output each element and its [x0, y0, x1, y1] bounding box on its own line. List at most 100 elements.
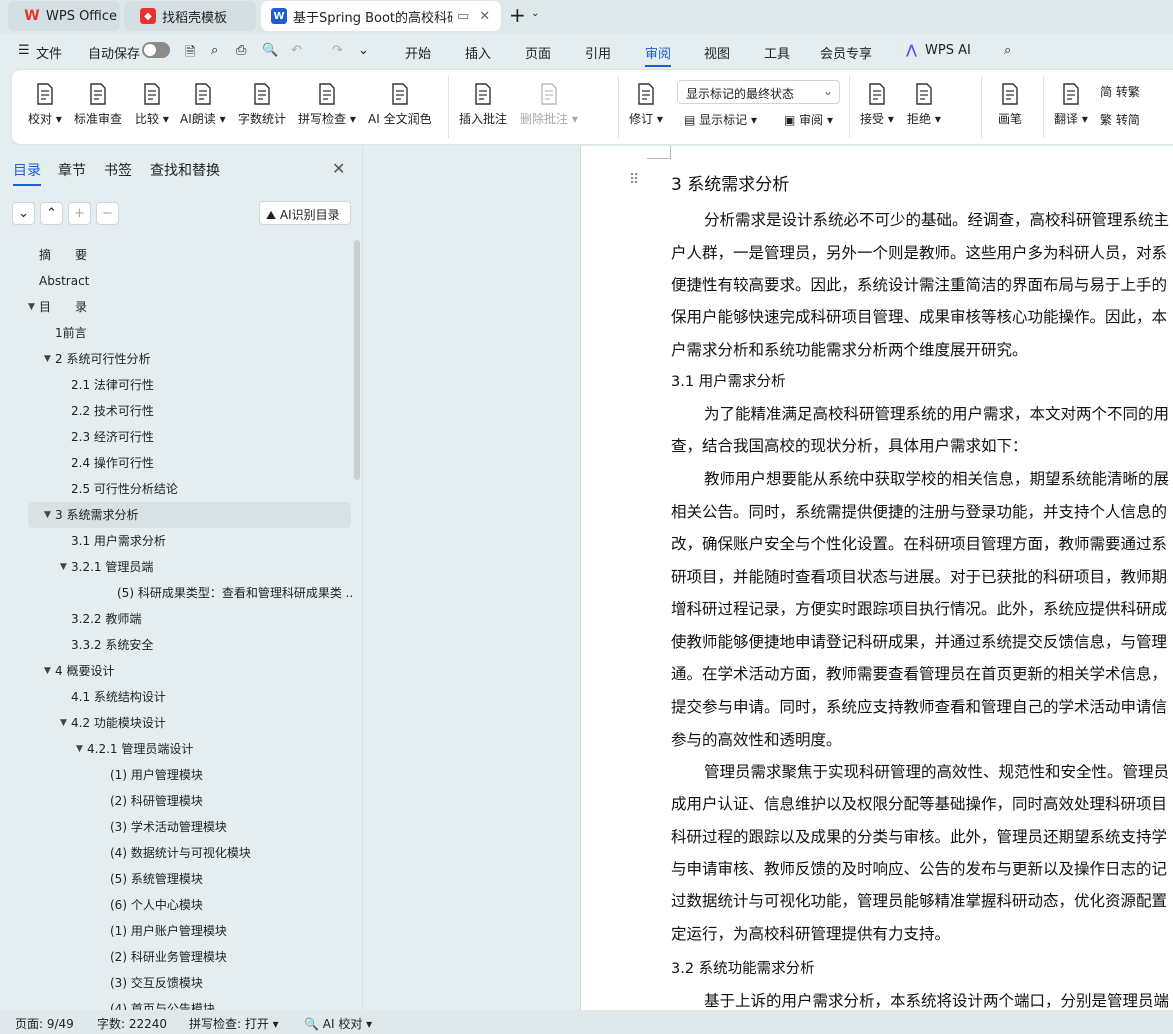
toc-item[interactable]: ▼ 3.2.1 管理员端: [0, 554, 352, 580]
scrollbar[interactable]: [354, 240, 360, 480]
redo-icon[interactable]: ↷: [332, 43, 343, 58]
wps-ai-button[interactable]: WPS AI: [925, 43, 971, 58]
caret-down-icon[interactable]: ▼: [28, 294, 35, 320]
toc-item[interactable]: 2.2 技术可行性: [0, 398, 352, 424]
tab-home[interactable]: 开始: [405, 43, 431, 62]
toc-item[interactable]: ▼ 4.2 功能模块设计: [0, 710, 352, 736]
print-preview-icon[interactable]: 🔍: [262, 43, 278, 58]
tab-references[interactable]: 引用: [585, 43, 611, 62]
toc-item[interactable]: (5) 系统管理模块: [0, 866, 352, 892]
tab-toc[interactable]: 目录: [13, 160, 41, 186]
tab-bookmarks[interactable]: 书签: [104, 160, 132, 180]
word-count[interactable]: 字数: 22240: [97, 1015, 167, 1032]
toc-item[interactable]: 2.1 法律可行性: [0, 372, 352, 398]
remove-heading-button[interactable]: −: [96, 202, 119, 225]
toc-item[interactable]: ▼ 2 系统可行性分析: [0, 346, 352, 372]
collapse-up-button[interactable]: ⌃: [40, 202, 63, 225]
save-icon[interactable]: 🗎: [185, 43, 195, 65]
toc-item[interactable]: (5) 科研成果类型：查看和管理科研成果类 ...: [0, 580, 352, 606]
new-tab-icon[interactable]: +: [509, 3, 526, 27]
tab-review[interactable]: 审阅: [645, 43, 672, 67]
expand-down-button[interactable]: ⌄: [12, 202, 35, 225]
to-traditional-button[interactable]: 简 转繁: [1100, 83, 1140, 100]
tab-wps-office[interactable]: W WPS Office: [8, 1, 120, 31]
drag-handle-icon[interactable]: ⠿: [629, 172, 639, 188]
review-pane-button[interactable]: ▣ 审阅 ▾: [784, 111, 833, 128]
standard-review-button[interactable]: 标准审查: [74, 82, 122, 127]
toc-item[interactable]: 2.5 可行性分析结论: [0, 476, 352, 502]
toc-item[interactable]: 3.3.2 系统安全: [0, 632, 352, 658]
toc-item[interactable]: 摘 要: [0, 242, 352, 268]
toc-item[interactable]: ▼ 3 系统需求分析: [28, 502, 351, 528]
toc-item[interactable]: (4) 数据统计与可视化模块: [0, 840, 352, 866]
toc-item[interactable]: ▼ 4.2.1 管理员端设计: [0, 736, 352, 762]
file-menu[interactable]: 文件: [36, 43, 62, 62]
tab-sections[interactable]: 章节: [58, 160, 86, 180]
tab-document[interactable]: W基于Spring Boot的高校科研管▭✕: [261, 1, 501, 31]
caret-down-icon[interactable]: ▼: [44, 346, 51, 372]
caret-down-icon[interactable]: ▼: [60, 554, 67, 580]
pen-button[interactable]: 画笔: [998, 82, 1022, 127]
tab-page[interactable]: 页面: [525, 43, 551, 62]
ai-polish-button[interactable]: AI 全文润色: [368, 82, 432, 127]
reject-button[interactable]: 拒绝 ▾: [907, 82, 941, 127]
toc-item[interactable]: (1) 用户账户管理模块: [0, 918, 352, 944]
chevron-down-icon[interactable]: ⌄: [531, 8, 539, 19]
markup-display-select[interactable]: 显示标记的最终状态 ⌄: [677, 80, 840, 104]
ai-read-aloud-button[interactable]: AI朗读 ▾: [180, 82, 226, 127]
toc-item[interactable]: (3) 交互反馈模块: [0, 970, 352, 996]
toc-item[interactable]: (2) 科研管理模块: [0, 788, 352, 814]
autosave-toggle[interactable]: [142, 42, 170, 58]
caret-down-icon[interactable]: ▼: [60, 710, 67, 736]
toc-item[interactable]: (6) 个人中心模块: [0, 892, 352, 918]
toc-item[interactable]: 3.1 用户需求分析: [0, 528, 352, 554]
translate-button[interactable]: 翻译 ▾: [1054, 82, 1088, 127]
page-count[interactable]: 页面: 9/49: [15, 1015, 74, 1032]
caret-down-icon[interactable]: ▼: [44, 502, 51, 528]
ai-toc-button[interactable]: ⛰ AI识别目录: [259, 201, 351, 225]
tab-docer[interactable]: ◆ 找稻壳模板: [124, 1, 256, 31]
track-changes-button[interactable]: 修订 ▾: [629, 82, 663, 127]
toc-item[interactable]: (1) 用户管理模块: [0, 762, 352, 788]
toc-item[interactable]: 2.4 操作可行性: [0, 450, 352, 476]
compare-button[interactable]: 比较 ▾: [135, 82, 169, 127]
toc-item[interactable]: 4.1 系统结构设计: [0, 684, 352, 710]
word-count-button[interactable]: 字数统计: [238, 82, 286, 127]
delete-comment-button[interactable]: 删除批注 ▾: [520, 82, 578, 127]
format-painter-icon[interactable]: ⌕: [211, 43, 218, 58]
toc-item[interactable]: 1前言: [0, 320, 352, 346]
toc-item[interactable]: (2) 科研业务管理模块: [0, 944, 352, 970]
toc-item[interactable]: ▼ 4 概要设计: [0, 658, 352, 684]
print-icon[interactable]: ⎙: [236, 43, 246, 58]
proofread-button[interactable]: 校对 ▾: [28, 82, 62, 127]
toc-item[interactable]: Abstract: [0, 268, 352, 294]
insert-comment-button[interactable]: 插入批注: [459, 82, 507, 127]
to-simplified-button[interactable]: 繁 转简: [1100, 111, 1140, 128]
search-icon[interactable]: ⌕: [1004, 43, 1011, 58]
navigation-pane: 目录 章节 书签 查找和替换 ✕ ⌄ ⌃ + − ⛰ AI识别目录 摘 要 Abs…: [0, 146, 363, 1016]
accept-button[interactable]: 接受 ▾: [860, 82, 894, 127]
tab-membership[interactable]: 会员专享: [820, 43, 872, 62]
spell-check-button[interactable]: 拼写检查 ▾: [298, 82, 356, 127]
close-tab-icon[interactable]: ✕: [479, 9, 490, 24]
tab-find-replace[interactable]: 查找和替换: [150, 160, 220, 180]
show-markup-button[interactable]: ▤ 显示标记 ▾: [684, 111, 757, 128]
spell-check-status[interactable]: 拼写检查: 打开 ▾: [189, 1015, 279, 1032]
tab-view[interactable]: 视图: [704, 43, 730, 62]
toc-item[interactable]: 2.3 经济可行性: [0, 424, 352, 450]
ai-proofread-status[interactable]: 🔍 AI 校对 ▾: [304, 1015, 372, 1032]
ai-icon: ⛰: [266, 208, 277, 222]
add-heading-button[interactable]: +: [68, 202, 91, 225]
toc-item[interactable]: 3.2.2 教师端: [0, 606, 352, 632]
caret-down-icon[interactable]: ▼: [76, 736, 83, 762]
tab-tools[interactable]: 工具: [764, 43, 790, 62]
menu-icon[interactable]: ☰: [18, 43, 30, 58]
caret-down-icon[interactable]: ▼: [44, 658, 51, 684]
toc-item[interactable]: ▼ 目 录: [0, 294, 352, 320]
monitor-icon[interactable]: ▭: [457, 9, 469, 24]
more-icon[interactable]: ⌄: [358, 43, 369, 58]
tab-insert[interactable]: 插入: [465, 43, 491, 62]
close-pane-icon[interactable]: ✕: [332, 159, 345, 178]
toc-item[interactable]: (3) 学术活动管理模块: [0, 814, 352, 840]
undo-icon[interactable]: ↶: [291, 43, 302, 58]
